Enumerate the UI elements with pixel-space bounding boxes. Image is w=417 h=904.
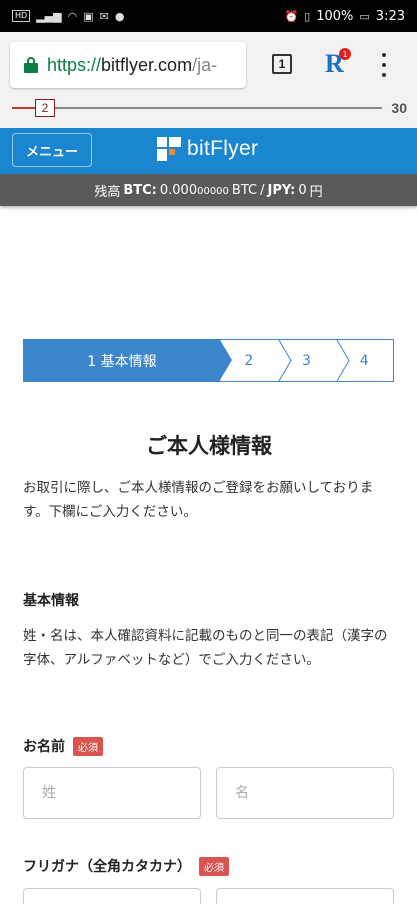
- chat-icon: ●: [114, 9, 125, 23]
- url-path: /ja-: [192, 54, 218, 75]
- btc-value: 0.00000000: [159, 182, 229, 198]
- last-name-input[interactable]: [23, 767, 201, 819]
- slider-max-label: 30: [391, 100, 407, 116]
- jpy-value: 0: [298, 182, 307, 198]
- intro-text: お取引に際し、ご本人様情報のご登録をお願いしております。下欄にご入力ください。: [23, 480, 374, 520]
- wifi-icon: ◠: [67, 9, 78, 23]
- first-name-kana-input[interactable]: [216, 888, 394, 904]
- status-right: ⏰ ▯ 100% ▭ 3:23: [284, 9, 405, 24]
- tab-switcher-button[interactable]: 1: [272, 54, 292, 74]
- more-menu-icon[interactable]: [380, 53, 388, 77]
- slider-thumb[interactable]: 2: [35, 99, 55, 117]
- logo-text: bitFlyer: [187, 137, 259, 160]
- url-host: bitflyer.com: [101, 54, 193, 75]
- balance-bar: 残高 BTC: 0.00000000 BTC / JPY: 0 円: [0, 174, 417, 206]
- mail-icon: ✉: [99, 9, 109, 23]
- name-label: お名前 必須: [23, 736, 103, 756]
- rakuten-extension-button[interactable]: R 1: [325, 48, 351, 80]
- page-slider: 2 30: [0, 98, 417, 128]
- url-text[interactable]: https://bitflyer.com/ja-: [47, 55, 217, 76]
- kana-label-text: フリガナ（全角カタカナ）: [23, 859, 191, 875]
- address-bar[interactable]: https://bitflyer.com/ja-: [10, 42, 246, 88]
- jpy-label: JPY:: [267, 182, 296, 198]
- slider-track[interactable]: [12, 107, 382, 109]
- btc-value-small: 00000: [197, 185, 229, 197]
- page-title: ご本人様情報: [146, 434, 272, 458]
- btc-label: BTC:: [123, 182, 157, 198]
- vibrate-icon: ▯: [304, 9, 311, 23]
- status-bar: HD ▂▄▆ ◠ ▣ ✉ ● ⏰ ▯ 100% ▭ 3:23: [0, 0, 417, 32]
- browser-toolbar: https://bitflyer.com/ja- 1 R 1: [0, 32, 417, 98]
- alarm-icon: ⏰: [284, 9, 299, 23]
- notification-badge: 1: [339, 48, 351, 60]
- first-name-input[interactable]: [216, 767, 394, 819]
- photo-notification-icon: ▣: [83, 9, 94, 23]
- bitflyer-logo[interactable]: bitFlyer: [157, 137, 258, 161]
- balance-separator: /: [260, 182, 265, 198]
- kana-label: フリガナ（全角カタカナ） 必須: [23, 856, 229, 876]
- battery-percent: 100%: [316, 8, 354, 24]
- progress-steps: 1 基本情報 2 3 4: [23, 339, 394, 382]
- bitflyer-logo-icon: [157, 137, 181, 161]
- name-label-text: お名前: [23, 739, 65, 755]
- section-title: 基本情報: [23, 593, 79, 609]
- clock: 3:23: [375, 8, 405, 24]
- hd-badge: HD: [12, 10, 31, 22]
- balance-prefix: 残高: [94, 184, 121, 200]
- lock-icon: [24, 57, 38, 73]
- required-badge: 必須: [73, 736, 103, 756]
- slider-fill: [12, 107, 37, 109]
- jpy-unit: 円: [309, 184, 323, 200]
- site-header: メニュー bitFlyer: [0, 128, 417, 174]
- btc-unit: BTC: [231, 182, 258, 198]
- url-scheme: https://: [47, 54, 102, 75]
- menu-button[interactable]: メニュー: [12, 133, 92, 167]
- status-left: HD ▂▄▆ ◠ ▣ ✉ ●: [12, 10, 124, 23]
- battery-icon: ▭: [359, 9, 370, 23]
- step-4: 4: [359, 352, 369, 369]
- signal-icon: ▂▄▆: [36, 9, 62, 23]
- step-3: 3: [302, 352, 311, 369]
- step-1-active: 1 基本情報: [24, 340, 232, 381]
- section-note: 姓・名は、本人確認資料に記載のものと同一の表記（漢字の字体、アルファベットなど）…: [23, 628, 388, 668]
- required-badge: 必須: [199, 856, 229, 876]
- last-name-kana-input[interactable]: [23, 888, 201, 904]
